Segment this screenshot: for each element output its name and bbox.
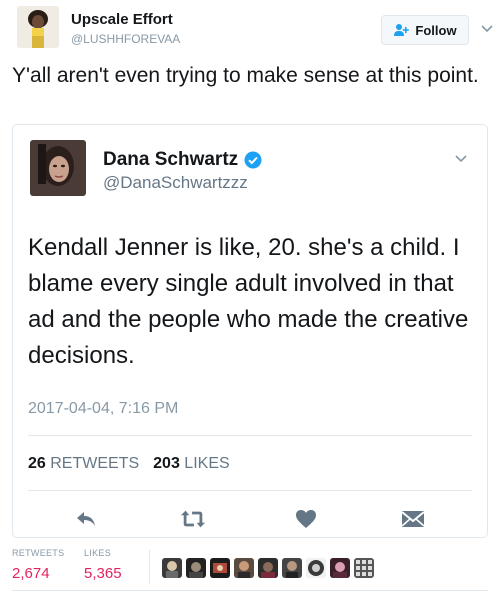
divider — [28, 490, 472, 491]
avatar-image — [330, 558, 350, 578]
liker-avatar[interactable] — [162, 558, 182, 578]
liker-avatar[interactable] — [234, 558, 254, 578]
chevron-down-icon[interactable] — [453, 151, 469, 167]
quoted-name-text: Dana Schwartz — [103, 149, 239, 170]
avatar-image — [30, 140, 86, 196]
avatar-image — [210, 558, 230, 578]
tweet-header: Upscale Effort @LUSHHFOREVAA Follow — [12, 6, 493, 52]
liker-avatar[interactable] — [330, 558, 350, 578]
liker-avatar[interactable] — [258, 558, 278, 578]
avatar-image — [258, 558, 278, 578]
tweet-stats: 26 RETWEETS 203 LIKES — [28, 455, 230, 473]
direct-message-button[interactable] — [400, 507, 426, 531]
divider — [149, 550, 150, 584]
retweets-block[interactable]: RETWEETS 2,674 — [12, 548, 64, 582]
username[interactable]: @LUSHHFOREVAA — [71, 32, 180, 46]
reply-icon — [77, 512, 95, 526]
reply-button[interactable] — [73, 507, 99, 531]
direct-message-icon — [401, 511, 425, 527]
likes-label: LIKES — [184, 455, 230, 472]
avatar-image — [282, 558, 302, 578]
avatar-image — [162, 558, 182, 578]
verified-badge-icon — [244, 151, 262, 169]
avatar-image — [306, 558, 326, 578]
likes-label: LIKES — [84, 548, 112, 558]
liker-avatar[interactable] — [306, 558, 326, 578]
like-heart-icon — [296, 510, 316, 528]
display-name[interactable]: Upscale Effort — [71, 11, 173, 28]
quoted-username[interactable]: @DanaSchwartzzz — [103, 173, 248, 193]
likes-block[interactable]: LIKES 5,365 — [84, 548, 122, 582]
timestamp[interactable]: 2017-04-04, 7:16 PM — [28, 400, 178, 418]
avatar-image — [234, 558, 254, 578]
follow-button[interactable]: Follow — [381, 15, 469, 45]
quoted-display-name[interactable]: Dana Schwartz — [103, 149, 262, 171]
quoted-tweet-text: Kendall Jenner is like, 20. she's a chil… — [28, 234, 469, 369]
likes-count: 5,365 — [84, 565, 122, 582]
divider — [12, 590, 488, 591]
avatar-image — [354, 558, 374, 578]
liker-avatar[interactable] — [282, 558, 302, 578]
liker-avatar[interactable] — [210, 558, 230, 578]
quoted-avatar[interactable] — [30, 140, 86, 196]
retweets-label: RETWEETS — [12, 548, 65, 558]
like-button[interactable] — [293, 507, 319, 531]
retweets-count: 26 — [28, 455, 46, 472]
avatar[interactable] — [17, 6, 59, 48]
liker-avatars — [162, 558, 374, 578]
retweets-count: 2,674 — [12, 565, 50, 582]
quoted-tweet-card[interactable]: Dana Schwartz @DanaSchwartzzz Kendall Je… — [12, 124, 488, 538]
retweets-label: RETWEETS — [50, 455, 140, 472]
retweet-icon — [180, 510, 206, 528]
engagement-bar: RETWEETS 2,674 LIKES 5,365 — [12, 548, 488, 586]
avatar-image — [17, 6, 59, 48]
tweet-actions — [13, 507, 487, 531]
chevron-down-icon[interactable] — [480, 22, 494, 36]
retweets-stat[interactable]: 26 RETWEETS — [28, 455, 139, 473]
liker-avatar[interactable] — [186, 558, 206, 578]
tweet-text: Y'all aren't even trying to make sense a… — [12, 64, 479, 87]
follow-person-icon — [394, 24, 410, 36]
avatar-image — [186, 558, 206, 578]
divider — [28, 435, 472, 436]
likes-count: 203 — [153, 455, 180, 472]
likes-stat[interactable]: 203 LIKES — [153, 455, 230, 473]
retweet-button[interactable] — [180, 507, 206, 531]
follow-label: Follow — [415, 22, 457, 38]
liker-avatar[interactable] — [354, 558, 374, 578]
